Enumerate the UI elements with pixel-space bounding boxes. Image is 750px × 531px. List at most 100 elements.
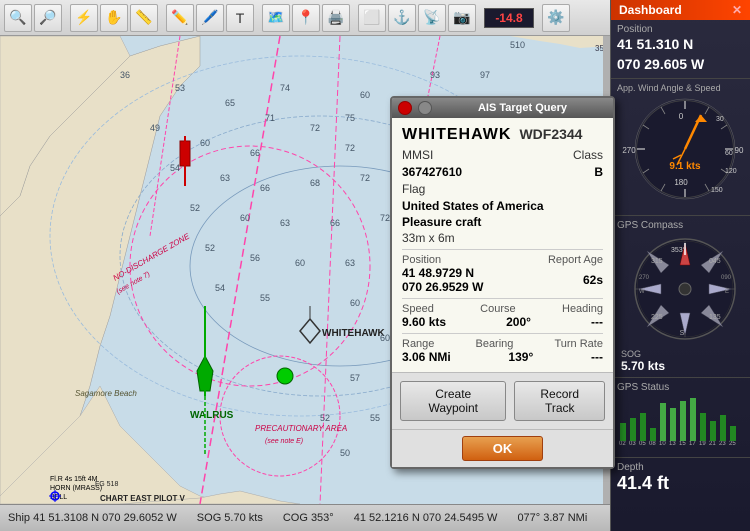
sog-value: 5.70 kts (621, 359, 665, 373)
svg-text:63: 63 (345, 258, 355, 268)
gps-compass: S 315 045 135 225 270 W 090 E 353° (621, 235, 741, 345)
dashboard-title: Dashboard ✕ (611, 0, 750, 20)
svg-text:63: 63 (280, 218, 290, 228)
range-value: 3.06 NMi (402, 350, 451, 364)
record-track-btn[interactable]: Record Track (514, 381, 605, 421)
vessel-type: Pleasure craft (402, 215, 603, 229)
zoom-in-btn[interactable]: 🔍 (4, 4, 32, 32)
draw-btn[interactable]: ✏️ (166, 4, 194, 32)
svg-text:Fl.R 4s 15ft 4M: Fl.R 4s 15ft 4M (50, 476, 98, 483)
ship-position: Ship 41 51.3108 N 070 29.6052 W (8, 512, 177, 524)
svg-text:W: W (639, 289, 645, 295)
map-btn[interactable]: 🗺️ (262, 4, 290, 32)
svg-text:510: 510 (510, 40, 525, 50)
svg-text:71: 71 (265, 113, 275, 123)
svg-text:15: 15 (679, 441, 686, 447)
svg-text:05: 05 (639, 441, 646, 447)
svg-text:65: 65 (225, 98, 235, 108)
cog-status: COG 353° (283, 512, 334, 524)
svg-text:13: 13 (669, 441, 676, 447)
svg-text:150: 150 (711, 187, 723, 194)
text-btn[interactable]: T (226, 4, 254, 32)
svg-text:21: 21 (709, 441, 716, 447)
turn-rate-value: --- (591, 350, 603, 364)
bearing-status: 077° 3.87 NMi (517, 512, 587, 524)
course-value: 200° (506, 315, 531, 329)
svg-text:60: 60 (240, 213, 250, 223)
svg-text:75: 75 (345, 113, 355, 123)
svg-text:17: 17 (689, 441, 696, 447)
ais-ok-row: OK (392, 429, 613, 467)
svg-text:63: 63 (220, 173, 230, 183)
gps-compass-section: GPS Compass (611, 216, 750, 378)
callsign: WDF2344 (519, 126, 582, 142)
svg-text:66: 66 (250, 148, 260, 158)
report-age-label: Report Age (548, 254, 603, 266)
svg-text:315: 315 (651, 258, 663, 265)
anchor-btn[interactable]: ⚓ (388, 4, 416, 32)
position-header: Position Report Age (402, 254, 603, 266)
svg-text:60: 60 (200, 138, 210, 148)
speed-label: Speed (402, 303, 434, 315)
report-age: 62s (583, 273, 603, 287)
filter-btn[interactable]: ⚡ (70, 4, 98, 32)
svg-text:72: 72 (345, 143, 355, 153)
waypoint-btn[interactable]: 📍 (292, 4, 320, 32)
svg-text:90: 90 (734, 146, 743, 155)
bearing-value: 139° (508, 350, 533, 364)
svg-text:72: 72 (360, 173, 370, 183)
print-btn[interactable]: 🖨️ (322, 4, 350, 32)
course-label: Course (480, 303, 515, 315)
svg-text:270: 270 (639, 275, 650, 281)
svg-text:FG 518: FG 518 (95, 481, 118, 488)
create-waypoint-btn[interactable]: Create Waypoint (400, 381, 506, 421)
svg-text:WHITEHAWK: WHITEHAWK (322, 328, 386, 339)
ais-btn[interactable]: 📡 (418, 4, 446, 32)
mmsi-value: 367427610 (402, 165, 462, 179)
latitude-display: 41 51.310 N (617, 35, 744, 55)
svg-text:57: 57 (350, 373, 360, 383)
camera-btn[interactable]: 📷 (448, 4, 476, 32)
bearing-label: Bearing (475, 338, 513, 350)
settings-btn[interactable]: ⚙️ (542, 4, 570, 32)
range-label: Range (402, 338, 434, 350)
svg-text:10: 10 (659, 441, 666, 447)
depth-label: Depth (617, 462, 744, 473)
mmsi-label: MMSI (402, 148, 433, 162)
svg-text:52: 52 (205, 243, 215, 253)
svg-text:72: 72 (380, 213, 390, 223)
select-btn[interactable]: ⬜ (358, 4, 386, 32)
svg-text:68: 68 (310, 178, 320, 188)
svg-text:Sagamore Beach: Sagamore Beach (75, 389, 137, 398)
svg-text:52: 52 (190, 203, 200, 213)
pencil-btn[interactable]: 🖊️ (196, 4, 224, 32)
svg-text:72: 72 (310, 123, 320, 133)
dialog-minimize-btn[interactable] (418, 101, 432, 115)
wind-label: App. Wind Angle & Speed (617, 83, 744, 93)
turn-rate-label: Turn Rate (554, 338, 603, 350)
position-section: Position 41 51.310 N 070 29.605 W (611, 20, 750, 79)
pan-btn[interactable]: ✋ (100, 4, 128, 32)
sog-status: SOG 5.70 kts (197, 512, 263, 524)
svg-text:66: 66 (260, 183, 270, 193)
svg-text:180: 180 (674, 178, 688, 187)
divider-3 (402, 333, 603, 334)
measure-btn[interactable]: 📏 (130, 4, 158, 32)
dashboard-close-btn[interactable]: ✕ (732, 3, 742, 17)
depth-value: 41.4 ft (617, 473, 744, 494)
gps-compass-label: GPS Compass (617, 220, 744, 231)
range-header: Range Bearing Turn Rate (402, 338, 603, 350)
svg-text:30: 30 (716, 116, 724, 123)
svg-text:WALRUS: WALRUS (190, 410, 234, 421)
dialog-close-btn[interactable] (398, 101, 412, 115)
zoom-out-btn[interactable]: 🔎 (34, 4, 62, 32)
speed-value: 9.60 kts (402, 315, 446, 329)
ok-btn[interactable]: OK (462, 436, 544, 461)
mmsi-val-row: 367427610 B (402, 165, 603, 179)
heading-value: --- (591, 315, 603, 329)
svg-text:93: 93 (430, 70, 440, 80)
lon-pos: 070 26.9529 W (402, 280, 483, 294)
svg-text:23: 23 (719, 441, 726, 447)
svg-text:25: 25 (729, 441, 736, 447)
gps-status-section: GPS Status 02 03 05 08 10 13 15 17 19 21… (611, 378, 750, 458)
